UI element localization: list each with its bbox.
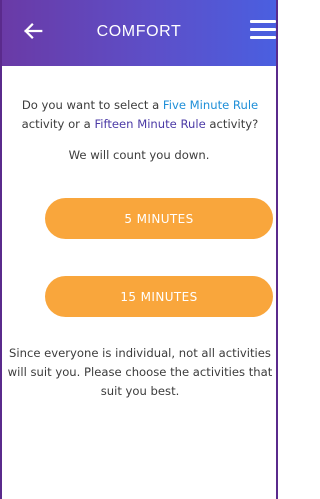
intro-text-1: Do you want to select a bbox=[21, 98, 163, 112]
activity-disclaimer: Since everyone is individual, not all ac… bbox=[7, 346, 273, 398]
countdown-text: We will count you down. bbox=[68, 148, 210, 162]
intro-text-3: activity? bbox=[205, 117, 259, 131]
hamburger-menu-icon-bar bbox=[250, 28, 276, 31]
page-title: COMFORT bbox=[96, 23, 182, 40]
top-app-bar: COMFORT bbox=[2, 0, 276, 66]
menu-button[interactable] bbox=[250, 20, 276, 46]
app-screen: COMFORT Do you want to select a Five Min… bbox=[0, 0, 278, 499]
main-content: Do you want to select a Five Minute Rule… bbox=[2, 66, 276, 499]
fifteen-minutes-button[interactable]: 15 MINUTES bbox=[45, 276, 273, 317]
intro-text-2: activity or a bbox=[21, 117, 95, 131]
hamburger-menu-icon-bar bbox=[250, 36, 276, 39]
fifteen-minute-rule-link[interactable]: Fifteen Minute Rule bbox=[94, 117, 205, 131]
hamburger-menu-icon bbox=[250, 20, 276, 23]
intro-question: Do you want to select a Five Minute Rule… bbox=[4, 96, 276, 134]
five-minute-rule-link[interactable]: Five Minute Rule bbox=[163, 98, 258, 112]
five-minutes-button[interactable]: 5 MINUTES bbox=[45, 198, 273, 239]
